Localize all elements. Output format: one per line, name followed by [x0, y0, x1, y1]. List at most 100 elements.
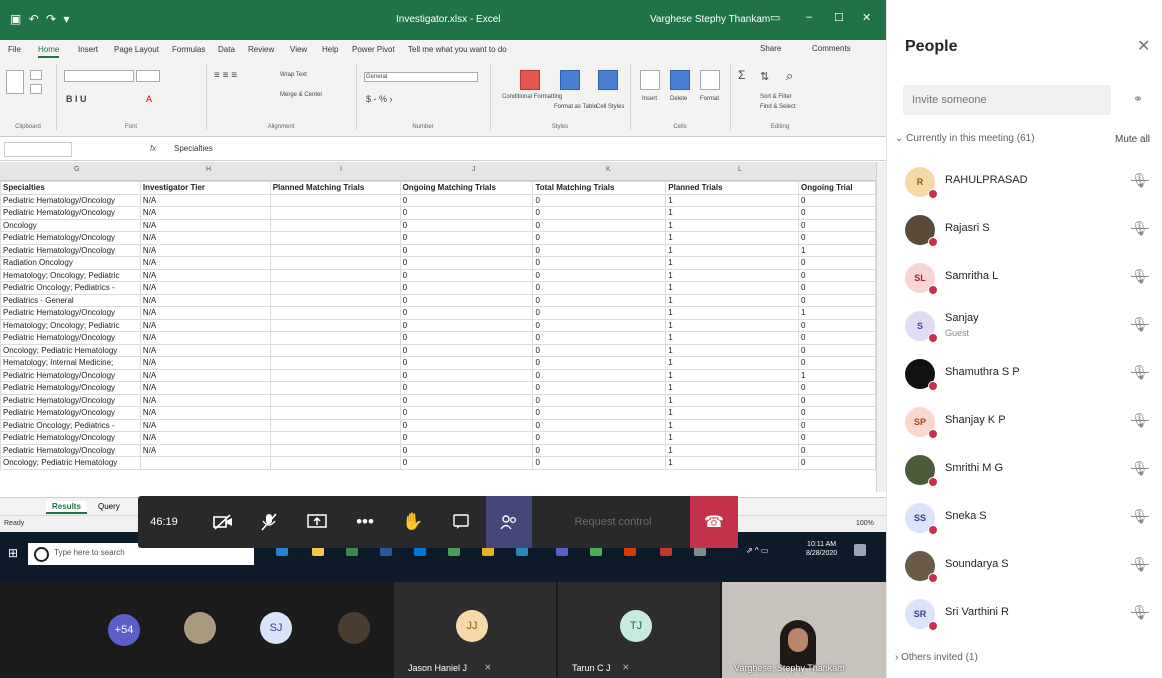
wrap-text-button[interactable]: Wrap Text	[280, 72, 307, 78]
table-cell[interactable]	[269, 443, 401, 457]
merge-center-button[interactable]: Merge & Center	[280, 92, 322, 98]
cell-styles-icon[interactable]	[598, 70, 618, 90]
table-cell[interactable]	[269, 193, 401, 207]
table-cell[interactable]: 0	[399, 306, 534, 320]
participant-row[interactable]: SL Samritha L 🎙	[887, 256, 1162, 304]
table-cell[interactable]: 1	[665, 206, 800, 220]
table-cell[interactable]: 0	[399, 206, 534, 220]
table-cell[interactable]: N/A	[139, 218, 271, 232]
table-cell[interactable]	[269, 256, 401, 270]
table-cell[interactable]: 0	[399, 443, 534, 457]
table-cell[interactable]: 1	[798, 368, 876, 382]
menu-help[interactable]: Help	[322, 45, 338, 54]
close-icon[interactable]: ✕	[1137, 36, 1150, 56]
participant-tile-jj[interactable]: JJ Jason Haniel J ⨯	[394, 582, 556, 678]
copy-icon[interactable]	[30, 84, 42, 94]
table-cell[interactable]: 0	[532, 418, 667, 432]
table-cell[interactable]: N/A	[139, 443, 271, 457]
more-options-icon[interactable]: •••	[342, 496, 388, 548]
col-letter-l[interactable]: L	[738, 166, 742, 173]
mic-muted-icon[interactable]: 🎙	[1131, 556, 1149, 573]
table-cell[interactable]: Pediatric Oncology; Pediatrics -	[0, 281, 141, 295]
table-cell[interactable]: 0	[798, 256, 876, 270]
table-cell[interactable]: Pediatric Hematology/Oncology	[0, 193, 141, 207]
menu-insert[interactable]: Insert	[78, 45, 98, 54]
mic-muted-icon[interactable]: 🎙	[1131, 604, 1149, 621]
table-cell[interactable]: Hematology; Internal Medicine;	[0, 356, 141, 370]
currency-percent-icons[interactable]: $ - % ›	[366, 94, 393, 104]
table-cell[interactable]	[269, 406, 401, 420]
cut-icon[interactable]	[30, 70, 42, 80]
participant-row[interactable]: R RAHULPRASAD 🎙	[887, 160, 1162, 208]
table-cell[interactable]: 0	[399, 293, 534, 307]
paste-icon[interactable]	[6, 70, 24, 94]
column-header[interactable]: Specialties	[0, 181, 141, 195]
in-meeting-section-header[interactable]: ⌄ Currently in this meeting (61)	[895, 133, 1035, 144]
menu-view[interactable]: View	[290, 45, 307, 54]
participant-row[interactable]: Soundarya S 🎙	[887, 544, 1162, 592]
table-cell[interactable]	[269, 368, 401, 382]
table-cell[interactable]: N/A	[139, 281, 271, 295]
col-letter-j[interactable]: J	[472, 166, 476, 173]
table-cell[interactable]: 0	[798, 268, 876, 282]
copy-link-icon[interactable]: ⚭	[1133, 92, 1143, 106]
table-cell[interactable]: 0	[532, 268, 667, 282]
hang-up-icon[interactable]: ☎	[690, 496, 738, 548]
table-cell[interactable]: 0	[798, 431, 876, 445]
menu-data[interactable]: Data	[218, 45, 235, 54]
table-cell[interactable]: 0	[798, 443, 876, 457]
table-cell[interactable]: 0	[798, 356, 876, 370]
table-cell[interactable]: 1	[665, 368, 800, 382]
name-box[interactable]	[4, 142, 72, 157]
bold-italic-underline-icons[interactable]: B I U	[66, 94, 87, 104]
table-cell[interactable]: N/A	[139, 306, 271, 320]
maximize-icon[interactable]: ☐	[834, 11, 844, 24]
participant-tile-photo-2[interactable]	[332, 582, 388, 678]
font-color-icon[interactable]: A	[146, 94, 152, 104]
vertical-scrollbar[interactable]	[876, 162, 886, 492]
column-header[interactable]: Investigator Tier	[139, 181, 271, 195]
mic-muted-icon[interactable]: 🎙	[1131, 268, 1149, 285]
mic-muted-icon[interactable]: 🎙	[1131, 172, 1149, 189]
table-cell[interactable]: Pediatric Hematology/Oncology	[0, 406, 141, 420]
table-cell[interactable]: N/A	[139, 368, 271, 382]
align-icons[interactable]: ≡ ≡ ≡	[214, 70, 237, 81]
column-header[interactable]: Planned Matching Trials	[269, 181, 401, 195]
sheet-tab-query[interactable]: Query	[92, 501, 126, 512]
table-cell[interactable]: N/A	[139, 256, 271, 270]
table-cell[interactable]: N/A	[139, 343, 271, 357]
mic-muted-icon[interactable]: 🎙	[1131, 508, 1149, 525]
table-cell[interactable]: N/A	[139, 293, 271, 307]
table-cell[interactable]: N/A	[139, 356, 271, 370]
table-cell[interactable]: 0	[399, 193, 534, 207]
sort-filter-icon[interactable]: ⇅	[760, 70, 769, 83]
table-cell[interactable]: 0	[798, 406, 876, 420]
format-table-icon[interactable]	[560, 70, 580, 90]
table-cell[interactable]: 0	[399, 393, 534, 407]
table-cell[interactable]: 0	[399, 256, 534, 270]
table-cell[interactable]: Oncology	[0, 218, 141, 232]
share-screen-icon[interactable]	[294, 496, 340, 548]
table-cell[interactable]: Oncology; Pediatric Hematology	[0, 456, 141, 470]
format-cells-icon[interactable]	[700, 70, 720, 90]
table-cell[interactable]: 0	[532, 406, 667, 420]
table-cell[interactable]: 0	[532, 431, 667, 445]
table-cell[interactable]: Pediatric Hematology/Oncology	[0, 381, 141, 395]
table-cell[interactable]: 1	[665, 331, 800, 345]
insert-cells-icon[interactable]	[640, 70, 660, 90]
raise-hand-icon[interactable]: ✋	[390, 496, 436, 548]
table-cell[interactable]: 1	[665, 281, 800, 295]
table-cell[interactable]: Pediatric Hematology/Oncology	[0, 306, 141, 320]
number-format-select[interactable]: General	[364, 72, 478, 82]
table-cell[interactable]: 1	[665, 231, 800, 245]
table-cell[interactable]: Pediatric Hematology/Oncology	[0, 443, 141, 457]
table-cell[interactable]: 0	[798, 193, 876, 207]
table-cell[interactable]: 0	[399, 318, 534, 332]
find-select-icon[interactable]: ⌕	[786, 68, 793, 84]
table-cell[interactable]: 0	[532, 381, 667, 395]
column-header[interactable]: Ongoing Trial	[798, 181, 876, 195]
table-cell[interactable]	[269, 293, 401, 307]
table-cell[interactable]: 0	[532, 281, 667, 295]
table-cell[interactable]: 0	[532, 243, 667, 257]
table-cell[interactable]: 1	[665, 306, 800, 320]
